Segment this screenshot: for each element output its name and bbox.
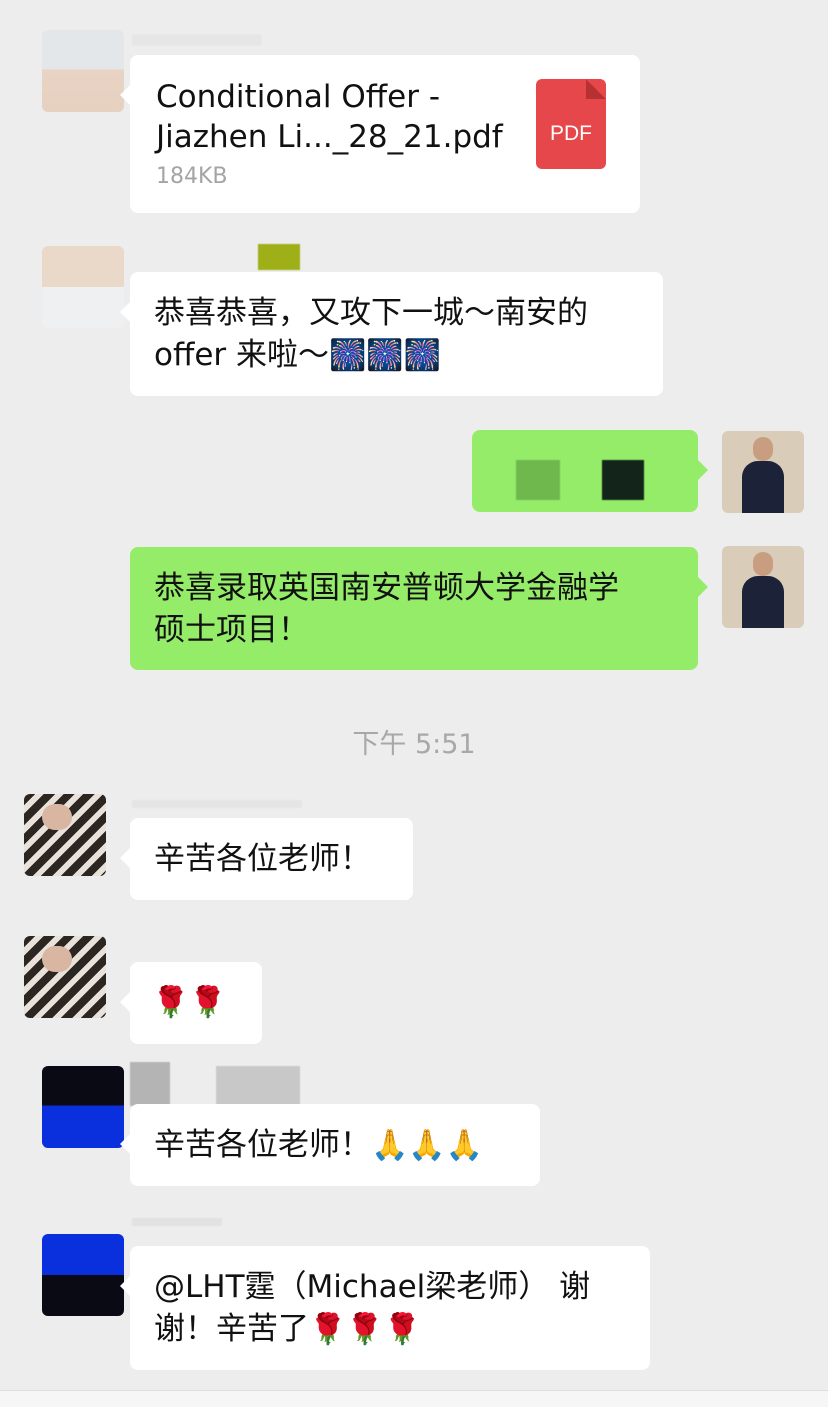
message-text-line2: 硕士项目！	[154, 612, 309, 648]
emoji-message-bubble[interactable]: 🌹🌹	[120, 962, 262, 1044]
bubble-tail	[120, 1276, 130, 1296]
bubble-tail	[120, 1134, 130, 1154]
text-message-bubble[interactable]: 辛苦各位老师！	[120, 818, 413, 900]
message-text-line1: @LHT霆（Michael梁老师） 谢	[154, 1269, 591, 1305]
timestamp: 下午 5:51	[352, 729, 476, 760]
sender-name-blurred	[132, 34, 262, 46]
bubble-tail	[698, 577, 708, 597]
message-text: 辛苦各位老师！	[154, 841, 371, 877]
pdf-file-icon: PDF	[536, 79, 606, 169]
bubble-tail	[698, 460, 708, 480]
blurred-content	[602, 460, 644, 500]
message-line: 辛苦各位老师！🙏🙏🙏	[154, 1124, 516, 1167]
sender-name-blurred	[216, 1066, 300, 1106]
avatar-face	[42, 804, 72, 830]
bubble-tail	[120, 85, 130, 105]
message-text: 谢！辛苦了	[154, 1311, 309, 1347]
outgoing-message-bubble[interactable]: 恭喜录取英国南安普顿大学金融学 硕士项目！	[130, 547, 708, 670]
message-text: 辛苦各位老师！	[154, 1127, 371, 1163]
rose-emoji: 🌹🌹	[152, 985, 227, 1020]
avatar[interactable]	[42, 246, 124, 328]
bubble-tail	[120, 992, 130, 1012]
message-text-line2: 谢！辛苦了🌹🌹🌹	[154, 1308, 626, 1351]
text-message-bubble[interactable]: 恭喜恭喜，又攻下一城～南安的 offer 来啦～🎆🎆🎆	[120, 272, 663, 396]
avatar-self[interactable]	[722, 431, 804, 513]
bubble-tail	[120, 848, 130, 868]
input-bar-edge	[0, 1390, 828, 1407]
avatar-face	[753, 552, 773, 576]
avatar[interactable]	[24, 794, 106, 876]
sender-name-blurred	[132, 1218, 222, 1226]
avatar-face	[42, 946, 72, 972]
message-text-line1: 恭喜录取英国南安普顿大学金融学	[154, 570, 619, 606]
bubble-tail	[120, 302, 130, 322]
avatar[interactable]	[42, 30, 124, 112]
avatar-self[interactable]	[722, 546, 804, 628]
sender-name-blurred	[258, 244, 300, 270]
text-message-bubble[interactable]: @LHT霆（Michael梁老师） 谢 谢！辛苦了🌹🌹🌹	[120, 1246, 650, 1370]
avatar-face	[753, 437, 773, 461]
pdf-icon-label: PDF	[550, 122, 592, 145]
avatar-figure	[742, 461, 784, 513]
message-text-line1: 恭喜恭喜，又攻下一城～南安的	[154, 295, 588, 331]
avatar[interactable]	[42, 1066, 124, 1148]
avatar-figure	[742, 576, 784, 628]
text-message-bubble[interactable]: 辛苦各位老师！🙏🙏🙏	[120, 1104, 540, 1186]
rose-emoji: 🌹🌹🌹	[309, 1312, 422, 1347]
file-message-bubble[interactable]: Conditional Offer - Jiazhen Li..._28_21.…	[120, 55, 640, 213]
pdf-fold	[586, 79, 606, 99]
message-text-line2: offer 来啦～🎆🎆🎆	[154, 334, 639, 377]
message-text: offer 来啦～	[154, 337, 329, 373]
blurred-content	[516, 460, 560, 500]
fireworks-emoji: 🎆🎆🎆	[329, 338, 442, 373]
avatar[interactable]	[42, 1234, 124, 1316]
pray-emoji: 🙏🙏🙏	[371, 1128, 484, 1163]
sender-name-blurred	[132, 800, 302, 808]
avatar[interactable]	[24, 936, 106, 1018]
outgoing-message-bubble[interactable]	[472, 430, 708, 512]
sender-name-blurred	[130, 1062, 170, 1106]
